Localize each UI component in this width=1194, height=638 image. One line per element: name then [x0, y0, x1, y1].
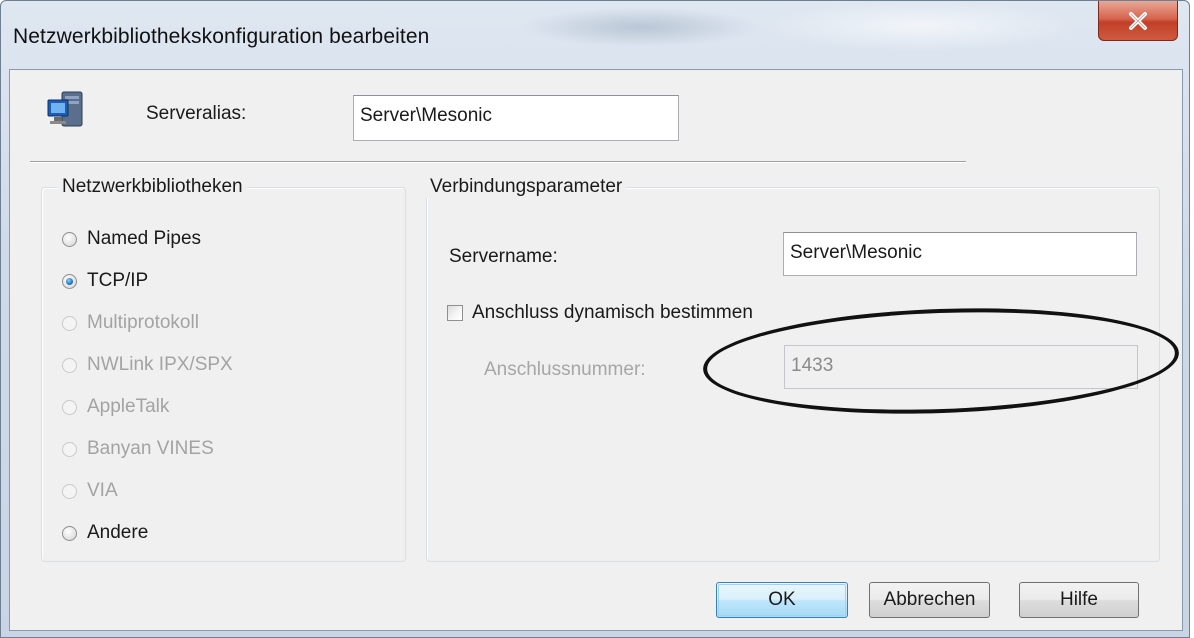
radio-appletalk: AppleTalk — [62, 393, 169, 421]
window-title: Netzwerkbibliothekskonfiguration bearbei… — [13, 25, 430, 48]
title-bar: Netzwerkbibliothekskonfiguration bearbei… — [1, 1, 1189, 71]
help-button[interactable]: Hilfe — [1019, 582, 1139, 618]
radio-label: Named Pipes — [87, 228, 202, 249]
port-number-label: Anschlussnummer: — [484, 359, 646, 380]
radio-label: AppleTalk — [87, 396, 170, 417]
radio-indicator — [62, 483, 77, 499]
title-bar-glare — [761, 1, 1081, 51]
title-bar-glare — [521, 7, 761, 47]
radio-named-pipes[interactable]: Named Pipes — [62, 225, 201, 253]
radio-label: VIA — [87, 480, 118, 501]
help-button-label: Hilfe — [1059, 589, 1098, 610]
radio-tcp-ip[interactable]: TCP/IP — [62, 267, 148, 295]
radio-multiprotokoll: Multiprotokoll — [62, 309, 199, 337]
server-name-input[interactable]: Server\Mesonic — [783, 232, 1137, 276]
cancel-button-label: Abbrechen — [883, 589, 976, 610]
radio-banyan-vines: Banyan VINES — [62, 435, 214, 463]
server-computer-icon — [47, 91, 83, 127]
radio-indicator — [62, 315, 77, 331]
dynamic-port-checkbox[interactable]: Anschluss dynamisch bestimmen — [447, 302, 753, 324]
radio-label: Andere — [87, 522, 149, 543]
dynamic-port-label: Anschluss dynamisch bestimmen — [472, 302, 753, 323]
radio-label: TCP/IP — [87, 270, 149, 291]
radio-via: VIA — [62, 477, 118, 505]
close-x-icon — [1129, 11, 1147, 30]
port-number-input: 1433 — [784, 345, 1138, 389]
connection-parameters-title: Verbindungsparameter — [426, 176, 627, 198]
ok-button-label: OK — [768, 589, 796, 610]
cancel-button[interactable]: Abbrechen — [869, 582, 990, 618]
radio-indicator — [62, 441, 77, 457]
network-libraries-title: Netzwerkbibliotheken — [58, 176, 247, 198]
close-button[interactable] — [1098, 1, 1178, 41]
server-alias-label: Serveralias: — [146, 103, 247, 124]
radio-indicator — [62, 273, 77, 289]
radio-indicator — [62, 399, 77, 415]
server-alias-input[interactable]: Server\Mesonic — [353, 95, 679, 141]
radio-label: Multiprotokoll — [87, 312, 199, 333]
radio-andere[interactable]: Andere — [62, 519, 148, 547]
radio-nwlink-ipx-spx: NWLink IPX/SPX — [62, 351, 233, 379]
server-name-label: Servername: — [449, 246, 558, 267]
dialog-content: Serveralias: Server\Mesonic Netzwerkbibl… — [9, 69, 1183, 631]
separator — [30, 161, 966, 163]
radio-indicator — [62, 231, 77, 247]
checkbox-indicator — [447, 305, 463, 321]
radio-indicator — [62, 357, 77, 373]
radio-label: Banyan VINES — [87, 438, 214, 459]
radio-label: NWLink IPX/SPX — [87, 354, 233, 375]
dialog-window: Netzwerkbibliothekskonfiguration bearbei… — [0, 0, 1190, 638]
radio-indicator — [62, 525, 77, 541]
ok-button[interactable]: OK — [716, 582, 848, 618]
